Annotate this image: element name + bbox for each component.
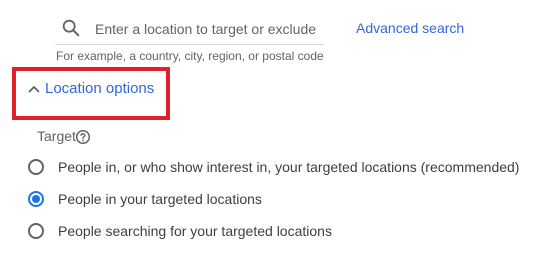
- search-underline: [55, 44, 324, 45]
- radio-label: People in, or who show interest in, your…: [58, 159, 520, 175]
- location-options-toggle[interactable]: Location options: [27, 80, 154, 97]
- search-input[interactable]: [95, 19, 335, 39]
- chevron-up-icon: [28, 85, 40, 92]
- radio-button[interactable]: [28, 223, 44, 239]
- radio-button[interactable]: [28, 159, 44, 175]
- location-options-label: Location options: [45, 80, 155, 97]
- help-icon[interactable]: [75, 129, 91, 145]
- target-option-in-locations[interactable]: People in your targeted locations: [28, 191, 262, 207]
- radio-label: People in your targeted locations: [58, 191, 262, 207]
- target-option-searching[interactable]: People searching for your targeted locat…: [28, 223, 332, 239]
- search-icon: [62, 19, 80, 37]
- radio-button[interactable]: [28, 191, 44, 207]
- radio-label: People searching for your targeted locat…: [58, 223, 332, 239]
- advanced-search-link[interactable]: Advanced search: [356, 20, 464, 36]
- target-label: Target: [37, 128, 76, 144]
- target-option-interest[interactable]: People in, or who show interest in, your…: [28, 159, 519, 175]
- search-helper-text: For example, a country, city, region, or…: [56, 49, 324, 63]
